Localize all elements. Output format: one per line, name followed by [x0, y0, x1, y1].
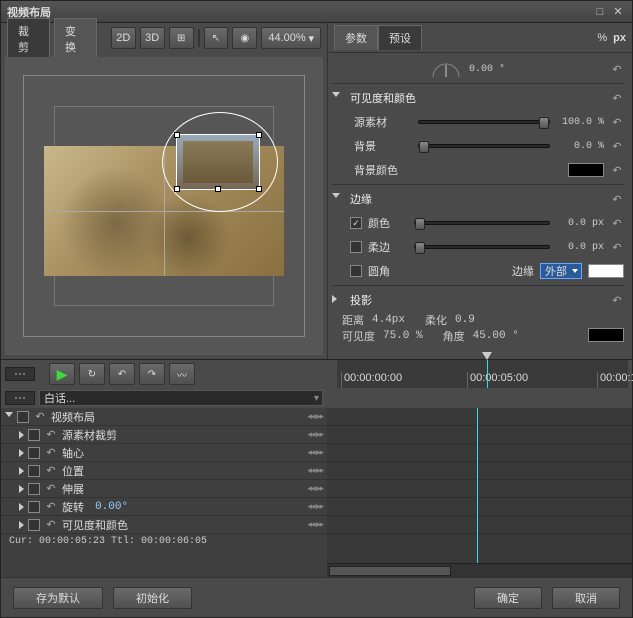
swatch-bgcolor[interactable]	[568, 163, 604, 177]
tab-params[interactable]: 参数	[334, 25, 378, 50]
reset-shadow[interactable]: ↶	[610, 294, 624, 307]
check-color[interactable]: ✓	[350, 217, 362, 229]
play-button[interactable]: ▶	[49, 363, 75, 385]
section-shadow: 投影	[350, 292, 372, 308]
slider-soft[interactable]	[414, 245, 550, 249]
check-soft[interactable]	[350, 241, 362, 253]
cancel-button[interactable]: 取消	[552, 587, 620, 609]
label-round: 圆角	[368, 263, 408, 279]
angle-dial-icon[interactable]	[431, 59, 461, 79]
fit-button[interactable]: ⊞	[169, 27, 194, 49]
track-row[interactable]: ↶轴心◂◂ ▸▸	[1, 444, 327, 462]
chevron-down-icon[interactable]	[332, 193, 340, 202]
zoom-dropdown[interactable]: 44.00% ▾	[261, 27, 321, 49]
track-lanes[interactable]	[327, 408, 632, 577]
loop-button[interactable]: ↻	[79, 363, 105, 385]
val-shadow-ang[interactable]: 45.00 °	[473, 330, 519, 342]
track-options-button[interactable]	[5, 367, 35, 381]
label-bg: 背景	[350, 138, 412, 154]
left-toolbar: 裁剪 变换 2D 3D ⊞ ↖ ◉ 44.00% ▾	[1, 23, 327, 53]
playhead[interactable]	[487, 360, 488, 388]
maximize-icon[interactable]: □	[592, 5, 608, 19]
preview-canvas[interactable]	[5, 57, 323, 355]
track-row[interactable]: ↶旋转 0.00°◂◂ ▸▸	[1, 498, 327, 516]
reset-edge[interactable]: ↶	[610, 193, 624, 206]
val-color[interactable]: 0.0 px	[556, 218, 604, 229]
unit-percent[interactable]: %	[597, 32, 607, 44]
val-shadow-soft[interactable]: 0.9	[455, 314, 475, 326]
label-source: 源素材	[350, 114, 412, 130]
slider-bg[interactable]	[418, 144, 550, 148]
label-bgcolor: 背景颜色	[350, 162, 412, 178]
reset-visibility[interactable]: ↶	[610, 92, 624, 105]
track-row[interactable]: ↶源素材裁剪◂◂ ▸▸	[1, 426, 327, 444]
label-edge-side: 边缘	[512, 263, 534, 279]
undo-button[interactable]: ↶	[109, 363, 135, 385]
pip-clip[interactable]	[176, 134, 260, 190]
anchor-button[interactable]: ◉	[232, 27, 257, 49]
track-row[interactable]: ↶位置◂◂ ▸▸	[1, 462, 327, 480]
track-row[interactable]: ↶可见度和颜色◂◂ ▸▸	[1, 516, 327, 534]
mode-3d-button[interactable]: 3D	[140, 27, 165, 49]
pointer-button[interactable]: ↖	[204, 27, 229, 49]
val-shadow-dist[interactable]: 4.4px	[372, 314, 405, 326]
track-list: ↶ 视频布局◂◂ ▸▸ ↶源素材裁剪◂◂ ▸▸ ↶轴心◂◂ ▸▸ ↶位置◂◂ ▸…	[1, 408, 327, 577]
check-round[interactable]	[350, 265, 362, 277]
val-soft[interactable]: 0.0 px	[556, 242, 604, 253]
param-header: 参数 预设 % px	[328, 23, 632, 53]
section-visibility: 可见度和颜色	[350, 90, 416, 106]
slider-source[interactable]	[418, 120, 550, 124]
chevron-right-icon[interactable]	[332, 295, 337, 303]
status-bar: Cur: 00:00:05:23 Ttl: 00:00:06:05	[1, 534, 327, 552]
save-default-button[interactable]: 存为默认	[13, 587, 103, 609]
swatch-shadow-color[interactable]	[588, 328, 624, 342]
unit-px[interactable]: px	[613, 32, 626, 44]
layer-select[interactable]: 白话...	[39, 390, 323, 406]
tab-transform[interactable]: 变换	[54, 18, 97, 59]
angle-value[interactable]: 0.00 °	[469, 64, 505, 75]
init-button[interactable]: 初始化	[113, 587, 192, 609]
val-source[interactable]: 100.0 %	[556, 117, 604, 128]
track-row[interactable]: ↶伸展◂◂ ▸▸	[1, 480, 327, 498]
slider-color[interactable]	[414, 221, 550, 225]
label-soft: 柔边	[368, 239, 408, 255]
ok-button[interactable]: 确定	[474, 587, 542, 609]
select-edge-side[interactable]: 外部	[540, 263, 582, 279]
params-panel: 0.00 ° ↶ 可见度和颜色 ↶ 源素材 100.0 % ↶	[328, 53, 632, 359]
section-edge: 边缘	[350, 191, 372, 207]
mode-2d-button[interactable]: 2D	[111, 27, 136, 49]
chevron-down-icon[interactable]	[332, 92, 340, 101]
track-row[interactable]: ↶ 视频布局◂◂ ▸▸	[1, 408, 327, 426]
graph-button[interactable]: 〰	[169, 363, 195, 385]
val-shadow-vis[interactable]: 75.0 %	[383, 330, 423, 342]
reset-angle[interactable]: ↶	[610, 63, 624, 76]
val-bg[interactable]: 0.0 %	[556, 141, 604, 152]
swatch-edge-color[interactable]	[588, 264, 624, 278]
layer-options-button[interactable]	[5, 391, 35, 405]
redo-button[interactable]: ↷	[139, 363, 165, 385]
label-color: 颜色	[368, 215, 408, 231]
tab-crop[interactable]: 裁剪	[7, 18, 50, 59]
timeline-ruler[interactable]: 00:00:00:00 00:00:05:00 00:00:1	[337, 360, 628, 388]
tab-preset[interactable]: 预设	[378, 25, 422, 50]
close-icon[interactable]: ✕	[610, 5, 626, 19]
